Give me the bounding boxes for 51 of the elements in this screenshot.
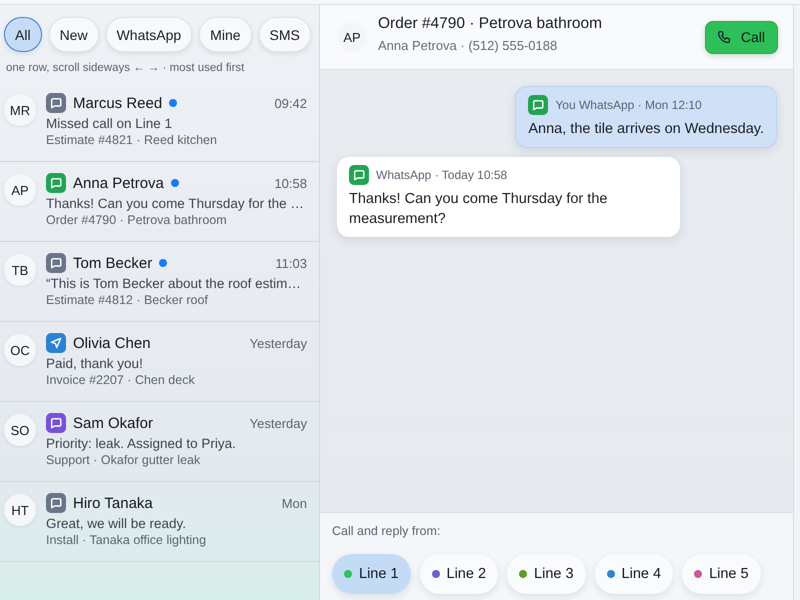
chat-title: Order #4790 · Petrova bathroom bbox=[378, 14, 602, 34]
contact-name: Tom Becker bbox=[73, 254, 152, 272]
contact-name: Olivia Chen bbox=[73, 334, 151, 352]
contact-avatar: SO bbox=[4, 414, 36, 446]
message-text: Thanks! Can you come Thursday for the measurement? bbox=[349, 190, 608, 229]
message-preview: Priority: leak. Assigned to Priya. bbox=[46, 435, 237, 452]
conversation-context: Estimate #4812 · Becker roof bbox=[46, 292, 209, 308]
message-preview: Thanks! Can you come Thursday for the … bbox=[46, 195, 305, 212]
contact-avatar: TB bbox=[4, 254, 36, 286]
message-preview: Missed call on Line 1 bbox=[46, 115, 174, 132]
message-time: Yesterday bbox=[250, 416, 307, 430]
filter-chip[interactable]: SMS bbox=[258, 17, 311, 52]
call-button[interactable]: Call bbox=[704, 20, 778, 54]
reply-from-label: Call and reply from: bbox=[332, 523, 440, 539]
chat-subtitle: Anna Petrova · (512) 555-0188 bbox=[378, 37, 558, 54]
line-chip[interactable]: Line 4 bbox=[594, 554, 674, 594]
message-time: Yesterday bbox=[250, 336, 307, 350]
message-text: Anna, the tile arrives on Wednesday. bbox=[528, 120, 764, 139]
conversation-context: Support · Okafor gutter leak bbox=[46, 452, 202, 468]
contact-name: Hiro Tanaka bbox=[73, 494, 153, 512]
line-chip[interactable]: Line 5 bbox=[682, 554, 761, 594]
contact-avatar: OC bbox=[4, 334, 36, 366]
message-time: 10:58 bbox=[274, 176, 307, 190]
message-meta: WhatsApp · Today 10:58 bbox=[376, 168, 508, 182]
phone-icon bbox=[716, 30, 732, 44]
filter-chip[interactable]: Mine bbox=[199, 17, 252, 52]
contact-avatar: MR bbox=[4, 94, 36, 126]
filter-chip[interactable]: New bbox=[48, 17, 99, 52]
contact-name: Anna Petrova bbox=[73, 174, 164, 192]
contact-avatar: AP bbox=[4, 174, 36, 206]
line-chip[interactable]: Line 1 bbox=[332, 554, 411, 594]
conversation-context: Install · Tanaka office lighting bbox=[46, 532, 208, 548]
message-preview: Great, we will be ready. bbox=[46, 515, 188, 532]
message-meta: You WhatsApp · Mon 12:10 bbox=[555, 98, 702, 112]
line-chip[interactable]: Line 3 bbox=[507, 554, 586, 594]
message-preview: “This is Tom Becker about the roof estim… bbox=[46, 275, 302, 292]
filter-hint: one row, scroll sideways ← → · most used first bbox=[6, 61, 244, 75]
conversation-context: Estimate #4821 · Reed kitchen bbox=[46, 132, 218, 148]
contact-name: Sam Okafor bbox=[73, 414, 154, 432]
message-preview: Paid, thank you! bbox=[46, 355, 144, 372]
contact-name: Marcus Reed bbox=[73, 94, 162, 112]
message-time: 09:42 bbox=[274, 96, 307, 110]
filter-chip[interactable]: WhatsApp bbox=[106, 17, 192, 52]
conversation-context: Order #4790 · Petrova bathroom bbox=[46, 212, 228, 228]
filter-chip[interactable]: All bbox=[4, 17, 42, 52]
message-time: 11:03 bbox=[275, 256, 307, 270]
contact-avatar: HT bbox=[4, 494, 36, 526]
contact-avatar: AP bbox=[337, 22, 367, 52]
line-chip[interactable]: Line 2 bbox=[420, 554, 498, 594]
message-time: Mon bbox=[282, 496, 307, 510]
conversation-context: Invoice #2207 · Chen deck bbox=[46, 372, 196, 388]
